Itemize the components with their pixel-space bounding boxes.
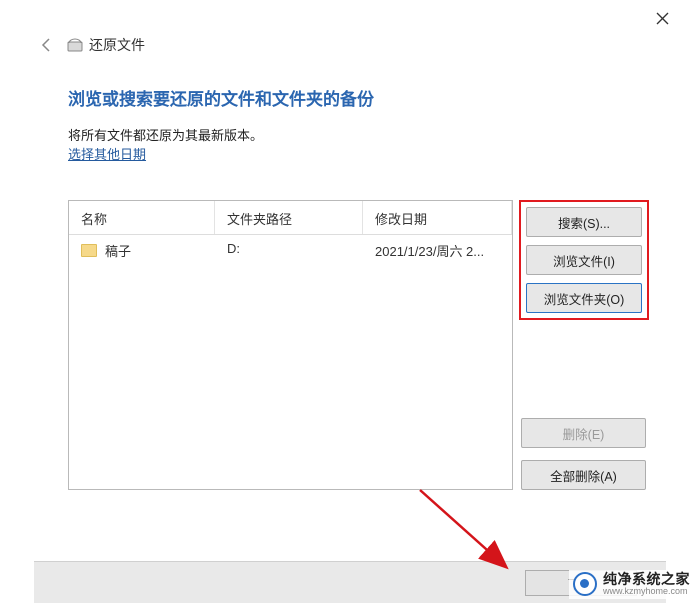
browse-file-button[interactable]: 浏览文件(I) (526, 245, 642, 275)
watermark-logo-icon (573, 572, 597, 596)
header-path[interactable]: 文件夹路径 (215, 201, 363, 234)
folder-icon (81, 244, 97, 257)
page-description: 将所有文件都还原为其最新版本。 (68, 125, 263, 144)
title-bar: 还原文件 (37, 35, 145, 55)
window-title: 还原文件 (89, 35, 145, 55)
header-name[interactable]: 名称 (69, 201, 215, 234)
row-date: 2021/1/23/周六 2... (363, 235, 512, 265)
browse-folder-button[interactable]: 浏览文件夹(O) (526, 283, 642, 313)
delete-button[interactable]: 删除(E) (521, 418, 646, 448)
highlight-annotation: 搜索(S)... 浏览文件(I) 浏览文件夹(O) (519, 200, 649, 320)
choose-date-link[interactable]: 选择其他日期 (68, 144, 146, 163)
table-row[interactable]: 稿子 D: 2021/1/23/周六 2... (69, 235, 512, 265)
search-button[interactable]: 搜索(S)... (526, 207, 642, 237)
back-arrow-icon[interactable] (37, 35, 57, 55)
page-heading: 浏览或搜索要还原的文件和文件夹的备份 (68, 85, 374, 110)
restore-files-dialog: 还原文件 浏览或搜索要还原的文件和文件夹的备份 将所有文件都还原为其最新版本。 … (0, 0, 700, 603)
row-name: 稿子 (105, 241, 131, 260)
file-list: 名称 文件夹路径 修改日期 稿子 D: 2021/1/23/周六 2... (68, 200, 513, 490)
header-date[interactable]: 修改日期 (363, 201, 512, 234)
list-header: 名称 文件夹路径 修改日期 (69, 201, 512, 235)
action-buttons-bottom: 删除(E) 全部删除(A) (521, 418, 646, 490)
close-icon[interactable] (652, 8, 672, 28)
action-buttons-top: 搜索(S)... 浏览文件(I) 浏览文件夹(O) (519, 200, 649, 320)
row-path: D: (215, 235, 363, 265)
restore-icon (67, 37, 83, 53)
watermark-domain: www.kzmyhome.com (603, 587, 690, 597)
delete-all-button[interactable]: 全部删除(A) (521, 460, 646, 490)
watermark-name: 纯净系统之家 (603, 572, 690, 587)
watermark: 纯净系统之家 www.kzmyhome.com (569, 570, 694, 599)
